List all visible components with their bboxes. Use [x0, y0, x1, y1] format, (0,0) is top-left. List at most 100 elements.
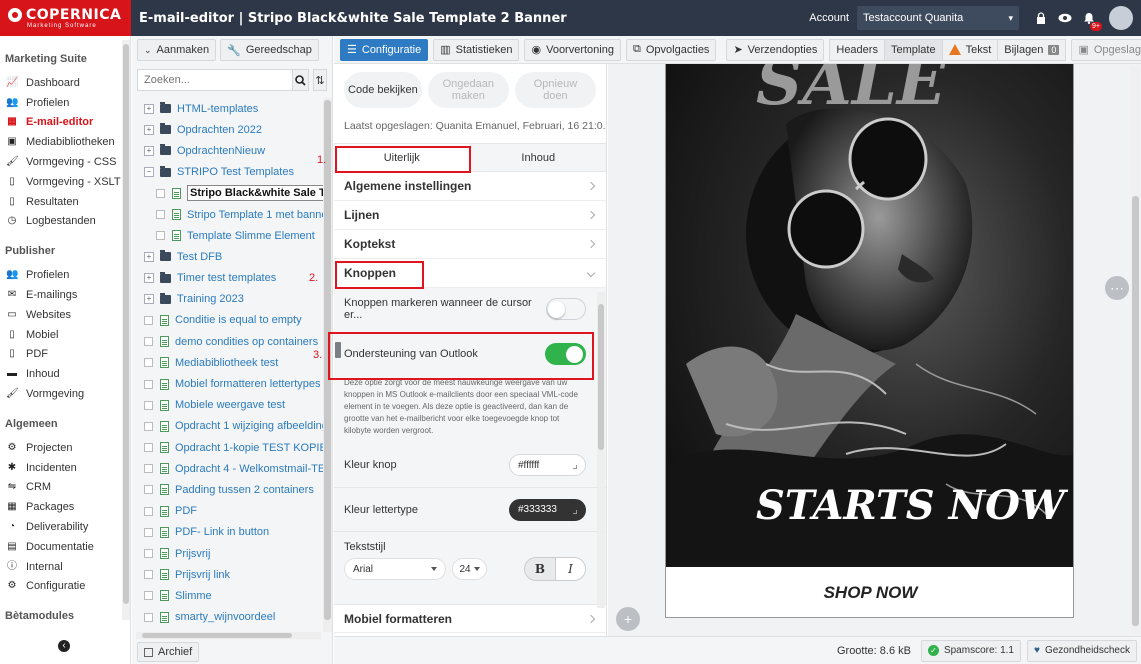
- send-options-button[interactable]: ➤ Verzendopties: [726, 38, 825, 61]
- tree-template-item[interactable]: Padding tussen 2 containers: [132, 479, 324, 500]
- item-checkbox[interactable]: [144, 379, 153, 389]
- tree-template-item[interactable]: Stripo Black&white Sale Template 2 Banne…: [132, 183, 324, 204]
- sidebar-item-deliverability[interactable]: ◔ Deliverability: [0, 517, 130, 537]
- tree-template-item[interactable]: Mediabibliotheek test: [132, 352, 324, 373]
- sidebar-item-mediabibliotheken[interactable]: ▣ Mediabibliotheken: [0, 132, 130, 152]
- tab-content[interactable]: Inhoud: [470, 144, 606, 171]
- font-family-select[interactable]: Arial: [344, 558, 446, 580]
- item-checkbox[interactable]: [144, 570, 153, 580]
- collapse-nav-icon[interactable]: ‹: [58, 640, 70, 652]
- tree-template-item[interactable]: Mobiel formatteren lettertypes aanpassen: [132, 373, 324, 394]
- tree-template-item[interactable]: Opdracht 4 - Welkomstmail-TEST: [132, 458, 324, 479]
- expand-icon[interactable]: +: [144, 294, 154, 305]
- preview-button[interactable]: ◉ Voorvertoning: [524, 38, 621, 61]
- template-button[interactable]: Template: [884, 38, 943, 61]
- sidebar-item-profielen[interactable]: 👥 Profielen: [0, 265, 130, 285]
- sidebar-item-packages[interactable]: ▦ Packages: [0, 497, 130, 517]
- archive-button[interactable]: Archief: [137, 642, 200, 662]
- spam-score-button[interactable]: ✓ Spamscore: 1.1: [920, 639, 1021, 662]
- shop-now-button[interactable]: SHOP NOW: [666, 567, 1073, 617]
- email-preview[interactable]: SALE STARTS NOW SHOP NOW: [665, 64, 1074, 618]
- item-checkbox[interactable]: [144, 443, 153, 453]
- expand-icon[interactable]: +: [144, 251, 154, 262]
- item-checkbox[interactable]: [144, 591, 153, 601]
- view-code-button[interactable]: Code bekijken: [344, 72, 422, 108]
- sidebar-item-vormgeving-xslt[interactable]: ▯ Vormgeving - XSLT: [0, 172, 130, 192]
- expand-icon[interactable]: +: [144, 103, 154, 114]
- section-general-settings[interactable]: Algemene instellingen: [334, 172, 606, 201]
- canvas-scrollbar-thumb[interactable]: [1132, 196, 1139, 626]
- item-checkbox[interactable]: [144, 358, 153, 368]
- redo-button[interactable]: Opnieuw doen: [514, 72, 596, 108]
- tree-folder[interactable]: + Opdrachten 2022: [132, 119, 324, 140]
- drag-handle-icon[interactable]: [335, 342, 341, 358]
- collapse-icon[interactable]: −: [144, 167, 154, 178]
- sidebar-item-vormgeving-css[interactable]: 🖌 Vormgeving - CSS: [0, 152, 130, 172]
- sort-button[interactable]: ⇅: [313, 69, 327, 91]
- expand-icon[interactable]: +: [144, 145, 154, 156]
- tree-template-item[interactable]: Slimme: [132, 585, 324, 606]
- nav-scrollbar-thumb[interactable]: [123, 44, 129, 604]
- hero-image[interactable]: SALE STARTS NOW: [666, 64, 1073, 567]
- bell-icon[interactable]: 9+: [1082, 11, 1102, 31]
- tree-template-item[interactable]: Stripo Template 1 met banner: [132, 204, 324, 225]
- saved-button[interactable]: ▣ Opgeslagen: [1071, 38, 1141, 61]
- tree-folder[interactable]: + Timer test templates: [132, 268, 324, 289]
- sidebar-item-inhoud[interactable]: ▬ Inhoud: [0, 364, 130, 384]
- tree-template-item[interactable]: PDF: [132, 501, 324, 522]
- tree-horizontal-scrollbar[interactable]: [136, 632, 321, 639]
- sidebar-item-internal[interactable]: ⓘ Internal: [0, 557, 130, 577]
- item-checkbox[interactable]: [144, 612, 153, 622]
- tree-search-input[interactable]: [137, 69, 293, 91]
- tree-template-item[interactable]: Mobiele weergave test: [132, 395, 324, 416]
- item-checkbox[interactable]: [144, 315, 153, 325]
- attachments-button[interactable]: Bijlagen 0: [998, 38, 1067, 61]
- item-checkbox[interactable]: [156, 188, 165, 198]
- item-checkbox[interactable]: [144, 485, 153, 495]
- item-checkbox[interactable]: [144, 337, 153, 347]
- sidebar-item-projecten[interactable]: ⚙ Projecten: [0, 438, 130, 458]
- button-color-input[interactable]: #ffffff: [509, 454, 586, 476]
- item-checkbox[interactable]: [144, 527, 153, 537]
- item-checkbox[interactable]: [144, 506, 153, 516]
- item-checkbox[interactable]: [144, 549, 153, 559]
- tree-folder[interactable]: + Training 2023: [132, 289, 324, 310]
- tree-template-item[interactable]: PDF- Link in button: [132, 522, 324, 543]
- tools-button[interactable]: 🔧 Gereedschap: [220, 39, 319, 61]
- sidebar-item-incidenten[interactable]: ✱ Incidenten: [0, 458, 130, 478]
- tree-folder[interactable]: + Test DFB: [132, 246, 324, 267]
- tree-template-item[interactable]: Opdracht 1 wijziging afbeelding met link: [132, 416, 324, 437]
- config-scrollbar-thumb[interactable]: [598, 304, 604, 450]
- sidebar-item-dashboard[interactable]: 📈 Dashboard: [0, 73, 130, 93]
- sidebar-item-crm[interactable]: ⇋ CRM: [0, 478, 130, 498]
- search-button[interactable]: [293, 69, 309, 91]
- tree-template-item[interactable]: Prijsvrij link: [132, 564, 324, 585]
- sidebar-item-e-mailings[interactable]: ✉ E-mailings: [0, 285, 130, 305]
- copernica-logo[interactable]: COPERNICA Marketing Software: [0, 0, 131, 36]
- configuration-button[interactable]: ☰ Configuratie: [340, 38, 429, 61]
- section-mobile-formatting[interactable]: Mobiel formatteren: [334, 604, 606, 633]
- tree-template-item[interactable]: Conditie is equal to empty: [132, 310, 324, 331]
- section-lines[interactable]: Lijnen: [334, 201, 606, 230]
- health-check-button[interactable]: ♥ Gezondheidscheck: [1027, 639, 1137, 662]
- tree-folder[interactable]: + HTML-templates: [132, 98, 324, 119]
- sidebar-item-pdf[interactable]: ▯ PDF: [0, 345, 130, 365]
- tree-template-item[interactable]: demo condities op containers: [132, 331, 324, 352]
- italic-button[interactable]: I: [555, 558, 585, 580]
- item-checkbox[interactable]: [156, 231, 165, 241]
- item-checkbox[interactable]: [144, 464, 153, 474]
- sidebar-item-e-mail-editor[interactable]: ▦ E-mail-editor: [0, 113, 130, 133]
- tree-horizontal-scrollbar-thumb[interactable]: [142, 633, 292, 638]
- item-checkbox[interactable]: [144, 421, 153, 431]
- sidebar-item-documentatie[interactable]: ▤ Documentatie: [0, 537, 130, 557]
- add-block-button[interactable]: +: [616, 607, 640, 631]
- expand-icon[interactable]: +: [144, 124, 154, 135]
- sidebar-item-resultaten[interactable]: ▯ Resultaten: [0, 192, 130, 212]
- sidebar-item-vormgeving[interactable]: 🖌 Vormgeving: [0, 384, 130, 404]
- statistics-button[interactable]: ▥ Statistieken: [433, 38, 520, 61]
- hover-highlight-toggle[interactable]: [546, 298, 586, 320]
- item-checkbox[interactable]: [144, 400, 153, 410]
- section-header[interactable]: Koptekst: [334, 230, 606, 259]
- text-button[interactable]: Tekst: [942, 38, 999, 61]
- bold-button[interactable]: B: [525, 558, 555, 580]
